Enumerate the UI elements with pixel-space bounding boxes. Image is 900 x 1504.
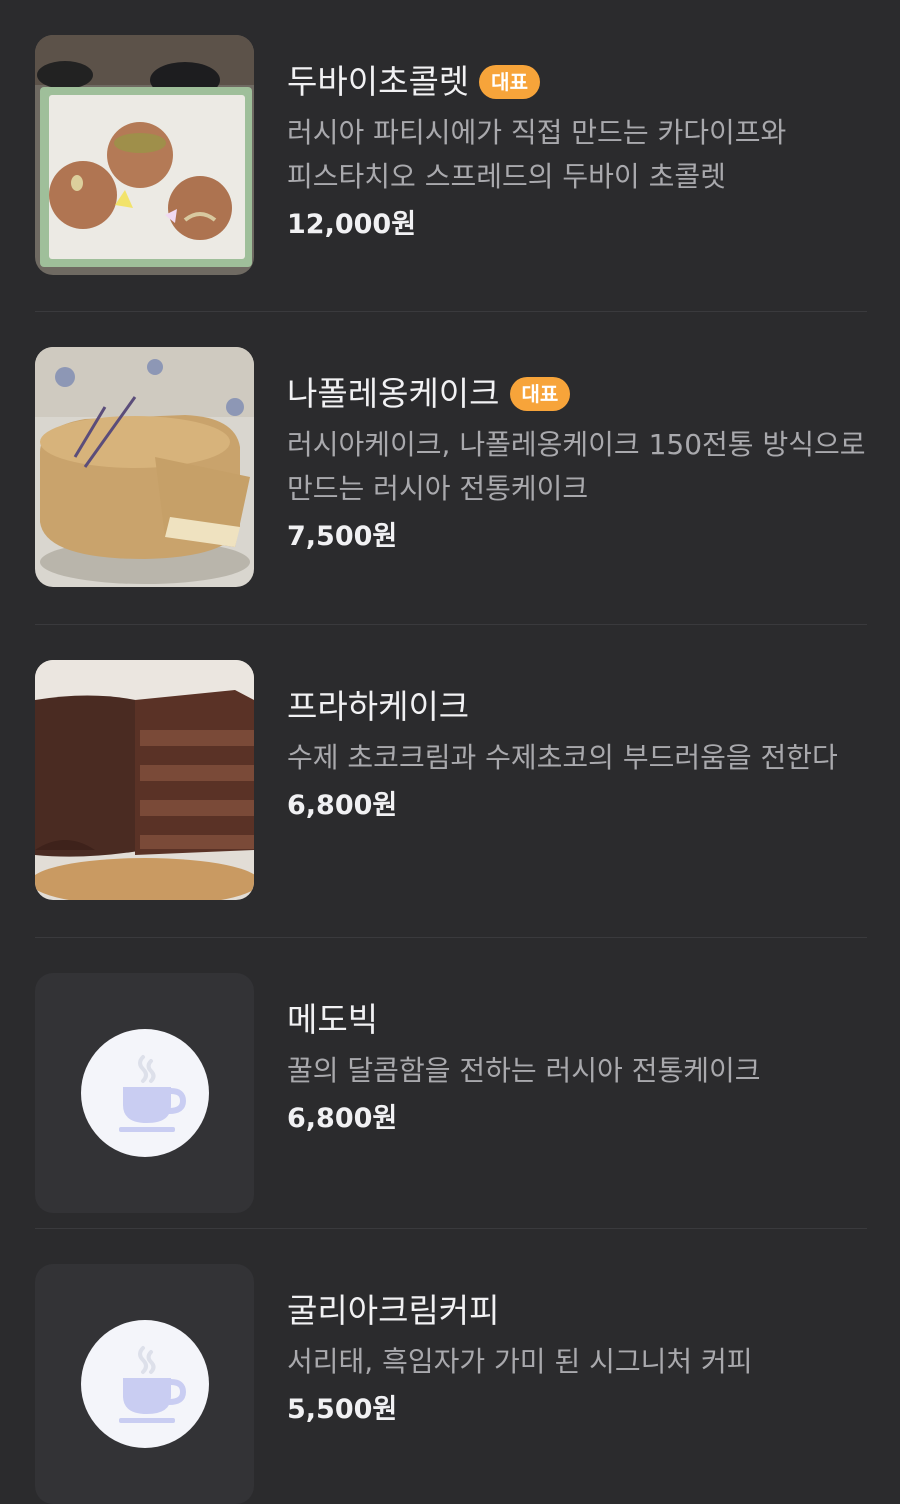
coffee-cup-icon: [81, 1029, 209, 1157]
item-name: 메도빅: [287, 1000, 379, 1039]
signature-badge: 대표: [479, 65, 540, 99]
divider: [35, 937, 867, 938]
item-name: 굴리아크림커피: [287, 1291, 500, 1330]
signature-badge: 대표: [509, 377, 571, 411]
divider: [35, 311, 867, 312]
item-info: 두바이초콜렛 대표 러시아 파티시에가 직접 만드는 카다이프와 피스타치오 스…: [287, 57, 877, 245]
divider: [35, 1228, 867, 1229]
item-price: 5,500원: [287, 1394, 398, 1425]
menu-item-praha-cake[interactable]: 프라하케이크 수제 초코크림과 수제초코의 부드러움을 전한다 6,800원: [35, 660, 867, 901]
item-info: 메도빅 꿀의 달콤함을 전하는 러시아 전통케이크 6,800원: [287, 995, 877, 1139]
divider: [35, 624, 867, 625]
item-description: 러시아케이크, 나폴레옹케이크 150전통 방식으로 만드는 러시아 전통케이크: [287, 428, 866, 505]
menu-item-gulia-cream-coffee[interactable]: 굴리아크림커피 서리태, 흑임자가 가미 된 시그니처 커피 5,500원: [35, 1264, 867, 1504]
item-info: 굴리아크림커피 서리태, 흑임자가 가미 된 시그니처 커피 5,500원: [287, 1286, 877, 1430]
menu-item-dubai-chocolate[interactable]: 두바이초콜렛 대표 러시아 파티시에가 직접 만드는 카다이프와 피스타치오 스…: [35, 35, 867, 276]
item-price: 6,800원: [287, 790, 398, 821]
dubai-chocolate-photo: [35, 35, 254, 275]
item-info: 나폴레옹케이크 대표 러시아케이크, 나폴레옹케이크 150전통 방식으로 만드…: [287, 369, 877, 557]
napoleon-cake-photo: [35, 347, 254, 587]
item-price: 12,000원: [287, 209, 417, 240]
coffee-cup-icon: [81, 1320, 209, 1448]
image-placeholder: [35, 1264, 254, 1504]
item-description: 수제 초코크림과 수제초코의 부드러움을 전한다: [287, 741, 838, 774]
item-name: 두바이초콜렛: [287, 62, 470, 101]
item-description: 서리태, 흑임자가 가미 된 시그니처 커피: [287, 1345, 753, 1378]
item-price: 6,800원: [287, 1103, 398, 1134]
item-name: 프라하케이크: [287, 687, 470, 726]
menu-list: 두바이초콜렛 대표 러시아 파티시에가 직접 만드는 카다이프와 피스타치오 스…: [0, 0, 900, 1504]
item-description: 러시아 파티시에가 직접 만드는 카다이프와 피스타치오 스프레드의 두바이 초…: [287, 116, 787, 193]
menu-item-medovik[interactable]: 메도빅 꿀의 달콤함을 전하는 러시아 전통케이크 6,800원: [35, 973, 867, 1214]
item-description: 꿀의 달콤함을 전하는 러시아 전통케이크: [287, 1054, 761, 1087]
item-name: 나폴레옹케이크: [287, 374, 500, 413]
menu-item-napoleon-cake[interactable]: 나폴레옹케이크 대표 러시아케이크, 나폴레옹케이크 150전통 방식으로 만드…: [35, 347, 867, 588]
item-info: 프라하케이크 수제 초코크림과 수제초코의 부드러움을 전한다 6,800원: [287, 682, 877, 826]
image-placeholder: [35, 973, 254, 1213]
praha-cake-photo: [35, 660, 254, 900]
item-price: 7,500원: [287, 521, 398, 552]
